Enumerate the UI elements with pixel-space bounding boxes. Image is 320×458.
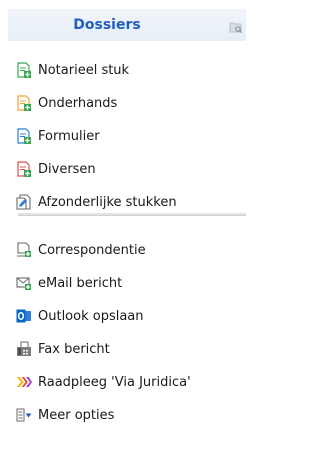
- menu-item-label: Afzonderlijke stukken: [38, 194, 177, 210]
- document-add-red-icon: [16, 161, 32, 177]
- menu-item-afzonderlijke-stukken[interactable]: Afzonderlijke stukken: [8, 191, 246, 213]
- menu-item-label: Diversen: [38, 161, 96, 177]
- menu-item-correspondentie[interactable]: Correspondentie: [8, 239, 246, 261]
- menu-item-fax-bericht[interactable]: Fax bericht: [8, 338, 246, 360]
- menu-item-notarieel-stuk[interactable]: Notarieel stuk: [8, 59, 246, 81]
- menu-item-email-bericht[interactable]: eMail bericht: [8, 272, 246, 294]
- fax-icon: [16, 341, 32, 357]
- menu-item-label: Correspondentie: [38, 242, 146, 258]
- letter-add-icon: [16, 242, 32, 258]
- menu-item-label: Notarieel stuk: [38, 62, 130, 78]
- more-options-icon: [16, 407, 32, 423]
- document-add-orange-icon: [16, 95, 32, 111]
- menu-item-formulier[interactable]: Formulier: [8, 125, 246, 147]
- document-add-green-icon: [16, 62, 32, 78]
- folder-search-icon[interactable]: [229, 19, 243, 34]
- menu-item-diversen[interactable]: Diversen: [8, 158, 246, 180]
- menu-item-label: Onderhands: [38, 95, 118, 111]
- document-add-blue-icon: [16, 128, 32, 144]
- menu-item-label: Outlook opslaan: [38, 308, 144, 324]
- panel-title: Dossiers: [73, 17, 141, 33]
- menu-item-label: Fax bericht: [38, 341, 110, 357]
- divider: [18, 213, 246, 216]
- menu-item-label: eMail bericht: [38, 275, 123, 291]
- menu-item-label: Raadpleeg 'Via Juridica': [38, 374, 191, 390]
- outlook-icon: [16, 308, 32, 324]
- menu-item-onderhands[interactable]: Onderhands: [8, 92, 246, 114]
- menu-item-meer-opties[interactable]: Meer opties: [8, 404, 246, 426]
- document-edit-icon: [16, 194, 32, 210]
- menu-item-label: Formulier: [38, 128, 100, 144]
- panel-header: Dossiers: [8, 9, 246, 41]
- menu-item-outlook-opslaan[interactable]: Outlook opslaan: [8, 305, 246, 327]
- menu-item-raadpleeg-via-juridica[interactable]: Raadpleeg 'Via Juridica': [8, 371, 246, 393]
- dossiers-panel: Dossiers Notarieel stuk Onderhands Formu…: [8, 9, 246, 458]
- email-add-icon: [16, 275, 32, 291]
- via-juridica-icon: [16, 374, 32, 390]
- menu-item-label: Meer opties: [38, 407, 115, 423]
